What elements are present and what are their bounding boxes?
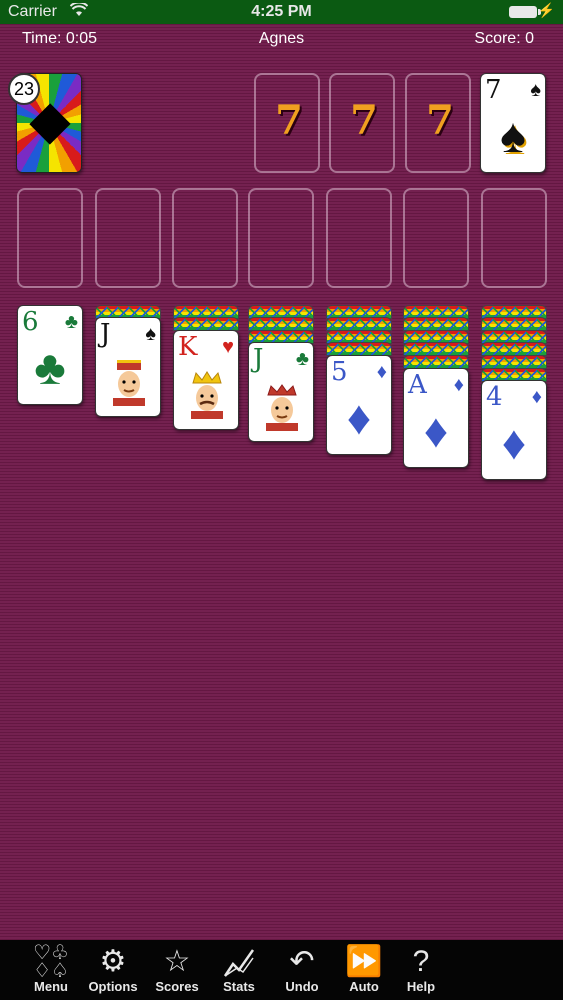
card-rank: A [408, 370, 427, 400]
tableau-card-ace-diamonds[interactable]: A ♦ ♦ [403, 368, 469, 468]
jack-face-icon [266, 384, 298, 431]
diamond-icon: ♦ [453, 374, 464, 396]
club-icon: ♣ [64, 311, 78, 333]
foundation-slot-2[interactable]: 7 [329, 73, 395, 173]
fast-forward-icon: ⏩ [345, 945, 383, 978]
face-down-card [173, 317, 239, 331]
reserve-slot-3[interactable] [172, 188, 238, 288]
diamond-icon: ♦ [346, 392, 372, 445]
face-down-card [403, 355, 469, 369]
options-label: Options [88, 979, 138, 994]
card-rank: 6 [22, 307, 39, 337]
foundation-base-rank: 7 [350, 97, 378, 144]
face-down-card [481, 317, 547, 331]
scores-button[interactable]: ☆ Scores [149, 944, 205, 998]
spade-icon: ♠ [530, 79, 541, 101]
jack-face-icon [113, 360, 145, 406]
status-bar: Carrier 4:25 PM ⚡ [0, 0, 563, 24]
diamond-icon: ♦ [376, 361, 387, 383]
menu-label: Menu [34, 979, 68, 994]
king-face-icon [191, 371, 223, 419]
undo-icon: ↶ [289, 945, 315, 978]
stats-button[interactable]: Stats [211, 944, 267, 998]
status-clock: 4:25 PM [251, 3, 312, 20]
foundation-slot-3[interactable]: 7 [405, 73, 471, 173]
diamond-icon: ♦ [423, 405, 449, 458]
card-suits-icon: ♡♧ ♢♤ [33, 942, 69, 982]
reserve-slot-1[interactable] [17, 188, 83, 288]
card-rank: 7 [485, 75, 502, 105]
reserve-slot-4[interactable] [248, 188, 314, 288]
tableau-card-king-hearts[interactable]: K ♥ [173, 330, 239, 430]
spade-icon: ♠ [145, 323, 156, 345]
card-rank: 4 [486, 382, 503, 412]
stats-label: Stats [223, 979, 255, 994]
question-mark-icon: ? [412, 945, 430, 978]
reserve-slot-6[interactable] [403, 188, 469, 288]
menu-button[interactable]: ♡♧ ♢♤ Menu [23, 942, 79, 998]
tableau-card-five-diamonds[interactable]: 5 ♦ ♦ [326, 355, 392, 455]
undo-button[interactable]: ↶ Undo [274, 944, 330, 998]
chart-line-icon [223, 949, 255, 977]
face-down-card [403, 342, 469, 356]
star-icon: ☆ [163, 945, 191, 978]
foundation-slot-1[interactable]: 7 [254, 73, 320, 173]
diamond-icon: ♦ [501, 417, 527, 470]
help-label: Help [406, 979, 436, 994]
options-button[interactable]: ⚙ Options [85, 944, 141, 998]
foundation-base-rank: 7 [426, 97, 454, 144]
foundation-base-rank: 7 [275, 97, 303, 144]
face-down-card [481, 342, 547, 356]
tableau-card-jack-clubs[interactable]: J ♣ [248, 342, 314, 442]
tableau-card-six-clubs[interactable]: 6 ♣ ♣ [17, 305, 83, 405]
undo-label: Undo [285, 979, 319, 994]
heart-icon: ♥ [222, 336, 234, 358]
auto-button[interactable]: ⏩ Auto [336, 944, 392, 998]
tableau-card-jack-spades[interactable]: J ♠ [95, 317, 161, 417]
reserve-slot-7[interactable] [481, 188, 547, 288]
card-rank: 5 [331, 357, 348, 387]
diamond-icon: ♦ [531, 386, 542, 408]
tableau-card-four-diamonds[interactable]: 4 ♦ ♦ [481, 380, 547, 480]
spade-icon: ♠ [500, 110, 526, 163]
card-rank: K [178, 332, 198, 362]
face-down-card [403, 317, 469, 331]
face-down-card [326, 342, 392, 356]
game-score: Score: 0 [474, 30, 534, 47]
face-down-card [481, 355, 547, 369]
card-rank: J [100, 319, 111, 349]
charging-icon: ⚡ [537, 2, 555, 18]
club-icon: ♣ [34, 342, 66, 395]
club-icon: ♣ [295, 348, 309, 370]
battery-icon [509, 6, 541, 18]
card-rank: J [253, 344, 264, 374]
stock-count-badge: 23 [8, 73, 40, 105]
foundation-card-seven-spades[interactable]: 7 ♠ ♠ [480, 73, 546, 173]
face-down-card [326, 317, 392, 331]
gear-icon: ⚙ [99, 945, 127, 978]
auto-label: Auto [349, 979, 379, 994]
help-button[interactable]: ? Help [393, 944, 449, 998]
reserve-slot-5[interactable] [326, 188, 392, 288]
scores-label: Scores [155, 979, 199, 994]
reserve-slot-2[interactable] [95, 188, 161, 288]
face-down-card [248, 317, 314, 331]
bottom-toolbar: ♡♧ ♢♤ Menu ⚙ Options ☆ Scores Stats ↶ Und… [0, 940, 563, 1000]
